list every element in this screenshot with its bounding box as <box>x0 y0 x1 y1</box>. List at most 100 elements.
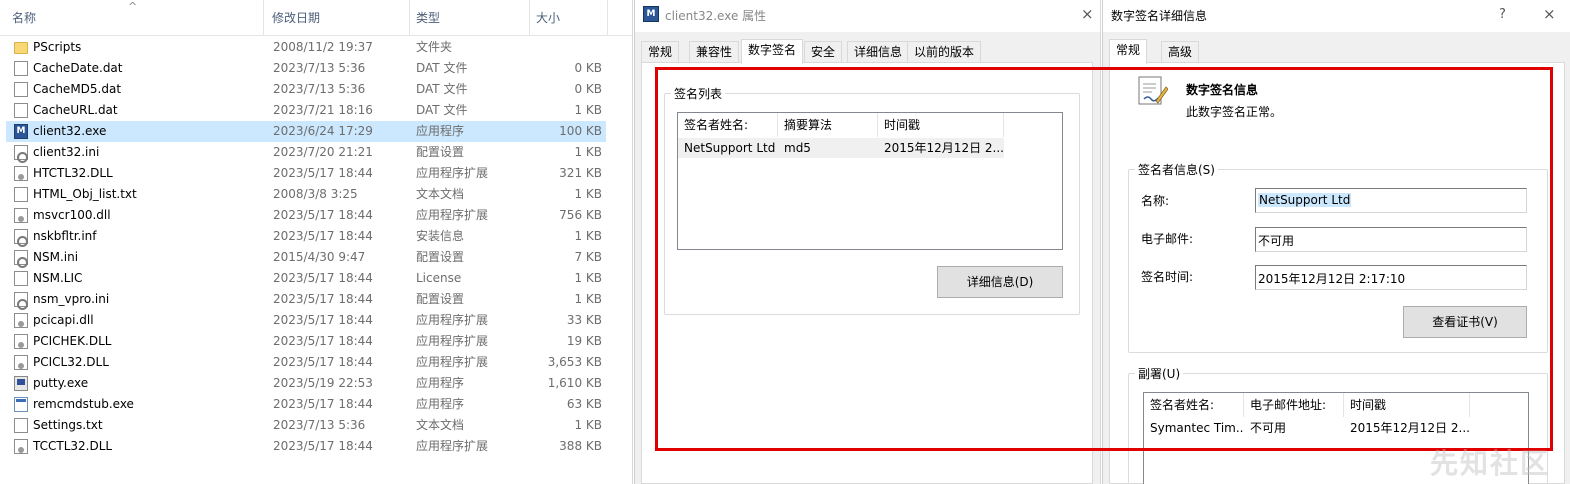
file-row[interactable]: HTML_Obj_list.txt 2008/3/8 3:25 文本文档 1 KB <box>6 184 606 205</box>
netsupport-app-icon: M <box>643 6 659 22</box>
column-header-type[interactable]: 类型 <box>410 0 530 36</box>
dll-icon <box>14 166 28 181</box>
tab-details-general[interactable]: 常规 <box>1109 39 1148 64</box>
details-title-bar: 数字签名详细信息 ? × <box>1103 0 1570 32</box>
digital-signatures-panel: 签名列表 签名者姓名: 摘要算法 时间戳 NetSupport Ltd md5 … <box>641 62 1093 484</box>
counter-header-signer[interactable]: 签名者姓名: <box>1144 393 1244 417</box>
tab-previous-versions[interactable]: 以前的版本 <box>907 41 982 63</box>
file-name: pcicapi.dll <box>33 313 94 327</box>
signature-list-label: 签名列表 <box>671 85 726 102</box>
file-type: 应用程序 <box>416 376 465 390</box>
file-row[interactable]: msvcr100.dll 2023/5/17 18:44 应用程序扩展 756 KB <box>6 205 606 226</box>
tab-details[interactable]: 详细信息 <box>847 41 910 63</box>
file-name: TCCTL32.DLL <box>33 439 113 453</box>
file-row[interactable]: NSM.LIC 2023/5/17 18:44 License 1 KB <box>6 268 606 289</box>
document-icon <box>14 61 28 76</box>
file-type: 应用程序扩展 <box>416 334 489 348</box>
column-header-date[interactable]: 修改日期 <box>266 0 410 36</box>
file-type: 应用程序 <box>416 124 465 138</box>
counter-email: 不可用 <box>1250 421 1287 435</box>
file-row[interactable]: PScripts 2008/11/2 19:37 文件夹 <box>6 37 606 58</box>
file-type: 应用程序扩展 <box>416 439 489 453</box>
file-row[interactable]: HTCTL32.DLL 2023/5/17 18:44 应用程序扩展 321 KB <box>6 163 606 184</box>
file-type: 应用程序扩展 <box>416 166 489 180</box>
email-field[interactable]: 不可用 <box>1255 227 1527 252</box>
column-header-size[interactable]: 大小 <box>530 0 608 36</box>
file-date: 2023/6/24 17:29 <box>273 124 373 138</box>
file-size: 1 KB <box>574 229 602 243</box>
file-name: PScripts <box>33 40 82 54</box>
signing-time-value: 2015年12月12日 2:17:10 <box>1258 272 1406 286</box>
countersignatures-label: 副署(U) <box>1135 365 1184 382</box>
file-type: DAT 文件 <box>416 61 468 75</box>
file-type: 应用程序扩展 <box>416 313 489 327</box>
document-icon <box>14 187 28 202</box>
file-size: 1 KB <box>574 271 602 285</box>
file-name: CacheMD5.dat <box>33 82 122 96</box>
dll-icon <box>14 208 28 223</box>
counter-header-email[interactable]: 电子邮件地址: <box>1244 393 1344 417</box>
signing-time-field[interactable]: 2015年12月12日 2:17:10 <box>1255 265 1527 290</box>
view-certificate-button[interactable]: 查看证书(V) <box>1403 306 1527 338</box>
file-type: DAT 文件 <box>416 103 468 117</box>
file-row[interactable]: TCCTL32.DLL 2023/5/17 18:44 应用程序扩展 388 KB <box>6 436 606 457</box>
sort-ascending-icon: ^ <box>128 0 138 13</box>
file-row[interactable]: PCICHEK.DLL 2023/5/17 18:44 应用程序扩展 19 KB <box>6 331 606 352</box>
name-value: NetSupport Ltd <box>1258 193 1352 207</box>
help-icon[interactable]: ? <box>1499 7 1506 22</box>
file-row[interactable]: NSM.ini 2015/4/30 9:47 配置设置 7 KB <box>6 247 606 268</box>
settings-icon <box>14 145 28 163</box>
list-header-signer[interactable]: 签名者姓名: <box>678 113 778 137</box>
list-header-timestamp[interactable]: 时间戳 <box>878 113 1004 137</box>
file-date: 2023/5/17 18:44 <box>273 271 373 285</box>
tab-advanced[interactable]: 高级 <box>1161 41 1200 63</box>
file-row[interactable]: CacheDate.dat 2023/7/13 5:36 DAT 文件 0 KB <box>6 58 606 79</box>
file-row[interactable]: CacheMD5.dat 2023/7/13 5:36 DAT 文件 0 KB <box>6 79 606 100</box>
file-name: HTCTL32.DLL <box>33 166 113 180</box>
file-size: 7 KB <box>574 250 602 264</box>
counter-signer: Symantec Tim... <box>1150 421 1244 435</box>
properties-close-icon[interactable]: × <box>1081 5 1094 23</box>
file-row[interactable]: CacheURL.dat 2023/7/21 18:16 DAT 文件 1 KB <box>6 100 606 121</box>
details-close-icon[interactable]: × <box>1543 5 1556 23</box>
file-date: 2023/5/17 18:44 <box>273 397 373 411</box>
file-size: 0 KB <box>574 61 602 75</box>
file-type: DAT 文件 <box>416 82 468 96</box>
putty-icon <box>14 376 28 391</box>
file-size: 100 KB <box>559 124 602 138</box>
file-row[interactable]: PCICL32.DLL 2023/5/17 18:44 应用程序扩展 3,653 KB <box>6 352 606 373</box>
file-row[interactable]: remcmdstub.exe 2023/5/17 18:44 应用程序 63 KB <box>6 394 606 415</box>
file-row[interactable]: pcicapi.dll 2023/5/17 18:44 应用程序扩展 33 KB <box>6 310 606 331</box>
file-name: Settings.txt <box>33 418 103 432</box>
file-type: 应用程序扩展 <box>416 355 489 369</box>
file-date: 2023/5/17 18:44 <box>273 334 373 348</box>
tab-digital-signatures[interactable]: 数字签名 <box>741 39 804 64</box>
signature-row[interactable]: NetSupport Ltd md5 2015年12月12日 2... <box>678 138 1004 158</box>
file-date: 2008/11/2 19:37 <box>273 40 373 54</box>
file-size: 1,610 KB <box>547 376 602 390</box>
countersignature-row[interactable]: Symantec Tim... 不可用 2015年12月12日 2... <box>1144 418 1470 438</box>
signature-signer: NetSupport Ltd <box>684 141 776 155</box>
exe-icon: M <box>14 124 28 139</box>
file-name: PCICL32.DLL <box>33 355 109 369</box>
file-row[interactable]: putty.exe 2023/5/19 22:53 应用程序 1,610 KB <box>6 373 606 394</box>
file-name: nskbfltr.inf <box>33 229 97 243</box>
file-row[interactable]: Settings.txt 2023/7/13 5:36 文本文档 1 KB <box>6 415 606 436</box>
file-date: 2023/7/13 5:36 <box>273 418 366 432</box>
file-row[interactable]: client32.ini 2023/7/20 21:21 配置设置 1 KB <box>6 142 606 163</box>
tab-security[interactable]: 安全 <box>804 41 843 63</box>
file-date: 2023/5/17 18:44 <box>273 292 373 306</box>
signature-list[interactable]: 签名者姓名: 摘要算法 时间戳 NetSupport Ltd md5 2015年… <box>677 112 1063 250</box>
file-row[interactable]: nskbfltr.inf 2023/5/17 18:44 安装信息 1 KB <box>6 226 606 247</box>
tab-compatibility[interactable]: 兼容性 <box>689 41 740 63</box>
tab-general[interactable]: 常规 <box>641 41 680 63</box>
file-row[interactable]: Mclient32.exe 2023/6/24 17:29 应用程序 100 KB <box>6 121 606 142</box>
name-field[interactable]: NetSupport Ltd <box>1255 188 1527 213</box>
counter-header-timestamp[interactable]: 时间戳 <box>1344 393 1470 417</box>
list-header-digest[interactable]: 摘要算法 <box>778 113 878 137</box>
details-button[interactable]: 详细信息(D) <box>937 266 1063 298</box>
file-size: 1 KB <box>574 418 602 432</box>
file-row[interactable]: nsm_vpro.ini 2023/5/17 18:44 配置设置 1 KB <box>6 289 606 310</box>
file-explorer-list: 名称 ^ 修改日期 类型 大小 PScripts 2008/11/2 19:37 文… <box>0 0 632 484</box>
signature-timestamp: 2015年12月12日 2... <box>884 141 1004 155</box>
